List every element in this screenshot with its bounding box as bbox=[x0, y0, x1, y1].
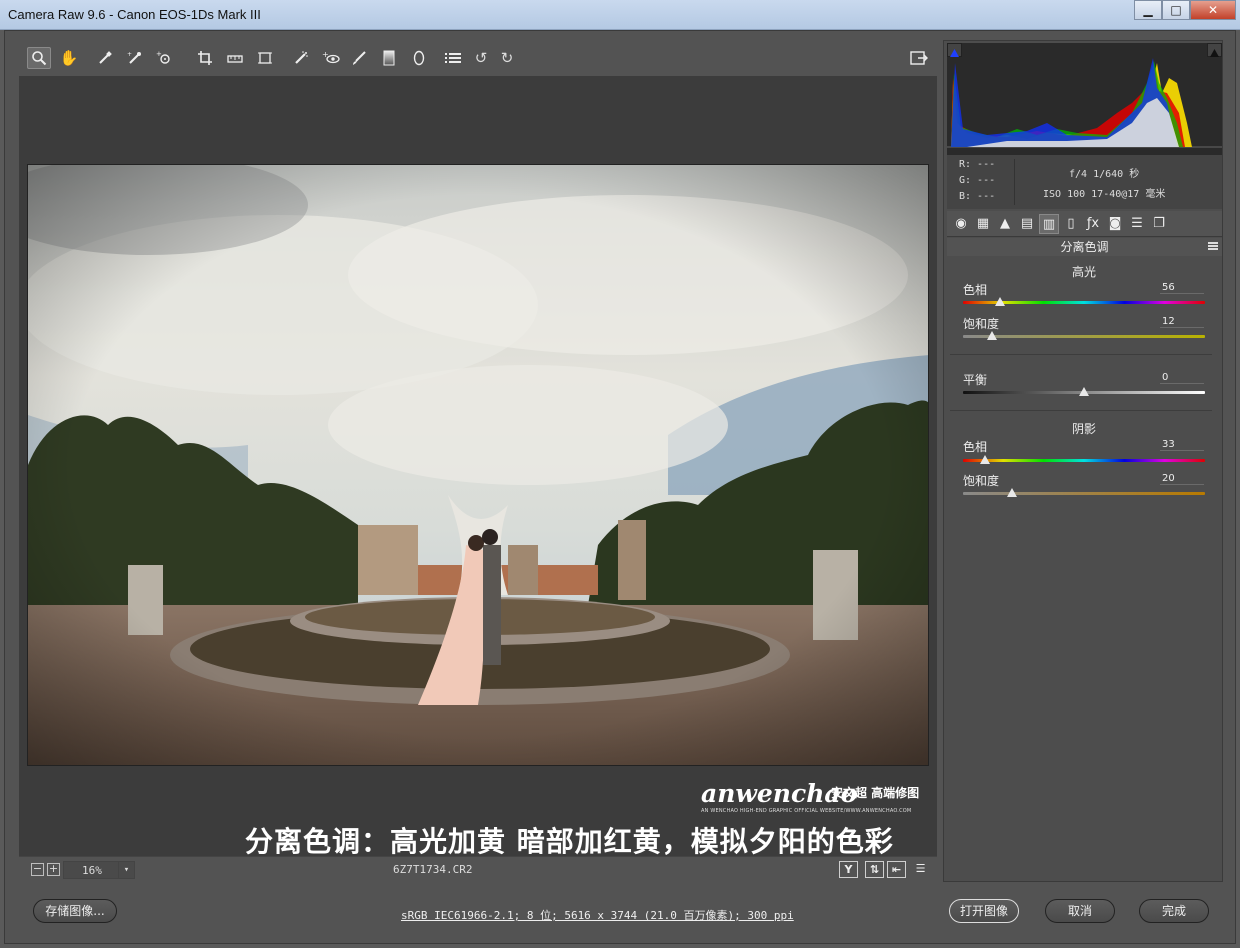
right-panel: R: --- G: --- B: --- f/4 1/640 秒 ISO 100… bbox=[943, 40, 1223, 882]
svg-text:+: + bbox=[127, 51, 132, 58]
graduated-filter-icon[interactable] bbox=[377, 47, 401, 69]
swap-icon[interactable]: ⇅ bbox=[865, 861, 884, 878]
info-panel: R: --- G: --- B: --- f/4 1/640 秒 ISO 100… bbox=[947, 155, 1222, 209]
before-after-icon[interactable]: Y bbox=[839, 861, 858, 878]
shadows-hue-value[interactable]: 33 bbox=[1160, 439, 1204, 451]
radial-filter-icon[interactable] bbox=[407, 47, 431, 69]
balance-value[interactable]: 0 bbox=[1160, 372, 1204, 384]
shadows-sat-thumb[interactable] bbox=[1007, 488, 1017, 497]
highlights-hue-label: 色相 bbox=[963, 283, 988, 297]
balance-thumb[interactable] bbox=[1079, 387, 1089, 396]
shadows-title: 阴影 bbox=[1071, 422, 1096, 436]
highlights-hue-value[interactable]: 56 bbox=[1160, 282, 1204, 294]
save-image-button[interactable]: 存储图像... bbox=[33, 899, 117, 923]
highlights-hue-thumb[interactable] bbox=[995, 297, 1005, 306]
workflow-options-link[interactable]: sRGB IEC61966-2.1; 8 位; 5616 x 3744 (21.… bbox=[401, 907, 794, 923]
panel-header: 分离色调 bbox=[947, 238, 1222, 256]
panel-title: 分离色调 bbox=[1060, 240, 1109, 254]
section-divider bbox=[950, 410, 1212, 411]
highlights-sat-label: 饱和度 bbox=[963, 317, 1000, 331]
tool-bar: ✋ + + + ↺ ↻ bbox=[19, 40, 937, 76]
open-image-button[interactable]: 打开图像 bbox=[949, 899, 1019, 923]
svg-text:+: + bbox=[156, 50, 162, 58]
rotate-right-icon[interactable]: ↻ bbox=[495, 47, 519, 69]
split-toning-tab-icon[interactable]: ▥ bbox=[1039, 214, 1059, 234]
white-balance-icon[interactable] bbox=[93, 47, 117, 69]
fullscreen-icon[interactable] bbox=[907, 47, 931, 69]
svg-text:+: + bbox=[322, 50, 329, 59]
shadows-sat-label: 饱和度 bbox=[963, 474, 1000, 488]
info-divider bbox=[1014, 159, 1015, 205]
shadows-sat-slider[interactable] bbox=[963, 492, 1205, 495]
hand-icon[interactable]: ✋ bbox=[57, 47, 81, 69]
section-divider bbox=[950, 354, 1212, 355]
tone-curve-tab-icon[interactable]: ▦ bbox=[973, 214, 993, 234]
zoom-value: 16% bbox=[82, 864, 102, 877]
shadows-hue-label: 色相 bbox=[963, 440, 988, 454]
highlights-title: 高光 bbox=[1071, 265, 1096, 279]
targeted-adjustment-icon[interactable]: + bbox=[153, 47, 177, 69]
snapshots-tab-icon[interactable]: ❐ bbox=[1149, 214, 1169, 234]
done-button[interactable]: 完成 bbox=[1139, 899, 1209, 923]
file-name: 6Z7T1734.CR2 bbox=[393, 863, 473, 876]
detail-tab-icon[interactable]: ▲ bbox=[995, 214, 1015, 234]
zoom-out-icon[interactable]: − bbox=[31, 863, 44, 876]
rgb-r: R: --- bbox=[959, 159, 996, 170]
hsl-tab-icon[interactable]: ▤ bbox=[1017, 214, 1037, 234]
highlights-sat-thumb[interactable] bbox=[987, 331, 997, 340]
window-controls: ▁ □ ✕ bbox=[1134, 0, 1236, 22]
preview-caption: 分离色调：高光加黄 暗部加红黄，模拟夕阳的色彩 bbox=[245, 825, 894, 858]
zoom-icon[interactable] bbox=[27, 47, 51, 69]
highlight-clipping-icon[interactable] bbox=[1207, 43, 1222, 57]
adjustment-brush-icon[interactable] bbox=[347, 47, 371, 69]
photo-preview[interactable] bbox=[27, 164, 929, 766]
exif-aperture-shutter: f/4 1/640 秒 bbox=[1069, 169, 1140, 180]
red-eye-icon[interactable]: + bbox=[319, 47, 343, 69]
window-titlebar: Camera Raw 9.6 - Canon EOS-1Ds Mark III … bbox=[0, 0, 1240, 30]
lens-tab-icon[interactable]: ▯ bbox=[1061, 214, 1081, 234]
window-title: Camera Raw 9.6 - Canon EOS-1Ds Mark III bbox=[8, 7, 261, 22]
camera-raw-dialog: ✋ + + + ↺ ↻ anwenchao 安文超 高端修图 AN WENCHA… bbox=[4, 30, 1236, 944]
zoom-select[interactable]: 16% ▾ bbox=[63, 861, 135, 879]
preferences-icon[interactable] bbox=[441, 47, 465, 69]
rgb-g: G: --- bbox=[959, 175, 996, 186]
highlights-sat-slider[interactable] bbox=[963, 335, 1205, 338]
shadow-clipping-icon[interactable] bbox=[947, 43, 962, 57]
preview-status-bar: − + 16% ▾ 6Z7T1734.CR2 Y ⇅ ⇤ ☰ bbox=[19, 856, 937, 882]
spot-removal-icon[interactable] bbox=[289, 47, 313, 69]
shadows-sat-value[interactable]: 20 bbox=[1160, 473, 1204, 485]
straighten-icon[interactable] bbox=[223, 47, 247, 69]
crop-icon[interactable] bbox=[193, 47, 217, 69]
basic-tab-icon[interactable]: ◉ bbox=[951, 214, 971, 234]
chevron-down-icon[interactable]: ▾ bbox=[118, 862, 134, 878]
preview-area: ✋ + + + ↺ ↻ anwenchao 安文超 高端修图 AN WENCHA… bbox=[19, 40, 937, 882]
highlights-sat-value[interactable]: 12 bbox=[1160, 316, 1204, 328]
close-icon[interactable]: ✕ bbox=[1190, 0, 1236, 20]
minimize-icon[interactable]: ▁ bbox=[1134, 0, 1162, 20]
view-settings-icon[interactable]: ☰ bbox=[911, 861, 930, 878]
shadows-hue-thumb[interactable] bbox=[980, 455, 990, 464]
watermark-cn: 安文超 高端修图 bbox=[831, 786, 920, 800]
exif-iso-lens: ISO 100 17-40@17 毫米 bbox=[1043, 189, 1166, 200]
zoom-in-icon[interactable]: + bbox=[47, 863, 60, 876]
rgb-b: B: --- bbox=[959, 191, 996, 202]
panel-tabs: ◉ ▦ ▲ ▤ ▥ ▯ ƒx ◙ ☰ ❐ bbox=[947, 211, 1222, 237]
rotate-left-icon[interactable]: ↺ bbox=[469, 47, 493, 69]
maximize-icon[interactable]: □ bbox=[1162, 0, 1190, 20]
histogram bbox=[947, 43, 1222, 155]
color-sampler-icon[interactable]: + bbox=[123, 47, 147, 69]
transform-icon[interactable] bbox=[253, 47, 277, 69]
shadows-hue-slider[interactable] bbox=[963, 459, 1205, 462]
cancel-button[interactable]: 取消 bbox=[1045, 899, 1115, 923]
panel-menu-icon[interactable] bbox=[1208, 242, 1218, 250]
image-canvas[interactable]: anwenchao 安文超 高端修图 AN WENCHAO HIGH-END G… bbox=[19, 76, 937, 858]
camera-calibration-tab-icon[interactable]: ◙ bbox=[1105, 214, 1125, 234]
presets-tab-icon[interactable]: ☰ bbox=[1127, 214, 1147, 234]
effects-tab-icon[interactable]: ƒx bbox=[1083, 214, 1103, 234]
balance-label: 平衡 bbox=[963, 373, 988, 387]
copy-settings-icon[interactable]: ⇤ bbox=[887, 861, 906, 878]
watermark-subtitle: AN WENCHAO HIGH-END GRAPHIC OFFICIAL WEB… bbox=[701, 808, 912, 814]
